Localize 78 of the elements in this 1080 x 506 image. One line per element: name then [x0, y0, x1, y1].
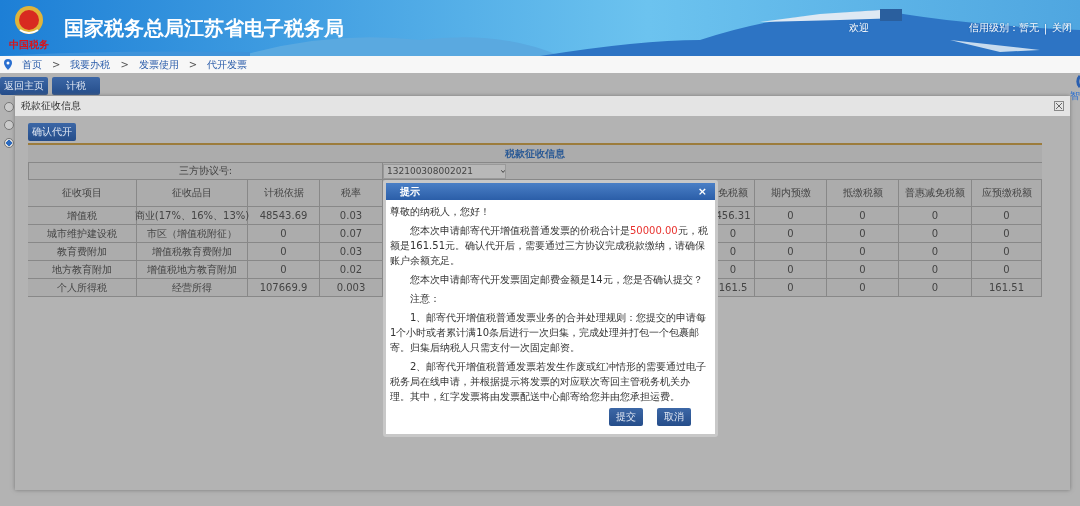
table-cell: 市区（增值税附征）	[137, 225, 248, 243]
table-cell: 0	[972, 243, 1042, 261]
table-cell: 增值税	[28, 207, 137, 225]
table-cell: 0	[972, 225, 1042, 243]
table-cell: 城市维护建设税	[28, 225, 137, 243]
greeting-text: 尊敬的纳税人，您好！	[390, 205, 491, 219]
table-cell: 商业(17%、16%、13%)	[137, 207, 248, 225]
separator-text: |	[1043, 22, 1047, 34]
table-cell: 0	[899, 225, 972, 243]
postage-paragraph: 您本次申请邮寄代开发票固定邮费金额是14元，您是否确认提交？	[409, 273, 704, 287]
table-cell: 0	[755, 207, 827, 225]
table-cell: 0	[899, 243, 972, 261]
table-cell: 0	[755, 243, 827, 261]
note-paragraph: 1、邮寄代开增值税普通发票业务的合并处理规则：您提交的申请每1个小时或者累计满10条后进行一次归集，完成处理并打包一个包裹邮寄。归集后纳税人只需支付一次固定邮资。	[390, 311, 708, 355]
column-header: 计税依据	[248, 180, 320, 207]
table-cell: 0	[899, 261, 972, 279]
table-cell: 0	[248, 243, 320, 261]
dialog-button[interactable]: 取消	[657, 408, 691, 426]
table-cell: 161.51	[972, 279, 1042, 297]
welcome-text: 欢迎	[848, 21, 869, 35]
dialog-title: 提示	[400, 184, 420, 199]
table-cell: 0	[248, 225, 320, 243]
column-header: 征收品目	[137, 180, 248, 207]
breadcrumb-link[interactable]: 我要办税	[70, 57, 111, 72]
breadcrumb-separator: >	[52, 59, 61, 70]
table-cell: 0	[827, 207, 899, 225]
table-cell: 0	[827, 243, 899, 261]
table-cell: 0	[755, 225, 827, 243]
note-label: 注意：	[409, 292, 441, 306]
amount-paragraph: 您本次申请邮寄代开增值税普通发票的价税合计是50000.00元，税额是161.51元。确认代开后，需要通过三方协议完成税款缴纳，请确保账户余额充足。	[390, 224, 709, 268]
table-cell: 0	[972, 261, 1042, 279]
dialog-button[interactable]: 提交	[609, 408, 643, 426]
breadcrumb-link[interactable]: 发票使用	[138, 57, 179, 72]
column-header: 普惠减免税额	[899, 180, 972, 207]
toolbar-button[interactable]: 返回主页	[0, 77, 48, 95]
table-cell: 0	[755, 279, 827, 297]
table-cell: 0	[827, 261, 899, 279]
radio-button[interactable]	[4, 120, 14, 130]
column-header: 期内预缴	[755, 180, 827, 207]
panel-title: 税款征收信息	[21, 99, 81, 113]
logo-text: 中国税务	[9, 38, 49, 52]
site-title: 国家税务总局江苏省电子税务局	[64, 14, 344, 42]
table-cell: 0	[755, 261, 827, 279]
radio-button[interactable]	[4, 138, 14, 148]
agreement-label: 三方协议号:	[28, 163, 383, 180]
caret-icon	[500, 168, 505, 174]
table-cell: 0	[899, 207, 972, 225]
breadcrumb-link[interactable]: 首页	[22, 57, 42, 72]
breadcrumb-separator: >	[188, 59, 198, 70]
table-cell: 0	[248, 261, 320, 279]
table-cell: 个人所得税	[28, 279, 137, 297]
table-cell: 0	[827, 279, 899, 297]
table-cell: 0	[899, 279, 972, 297]
note-paragraph: 2、邮寄代开增值税普通发票若发生作废或红冲情形的需要通过电子税务局在线申请，并根据提示将发票的对应联次寄回主管税务机关办理。其中，红字发票将由发票配送中心邮寄给您并由您承担运费。	[390, 360, 708, 404]
agreement-select[interactable]: 132100308002021	[383, 163, 506, 179]
close-button[interactable]: ×	[697, 185, 707, 198]
table-cell: 增值税地方教育附加	[137, 261, 248, 279]
table-title: 税款征收信息	[28, 145, 1042, 163]
credit-level: 信用级别：暂无	[968, 21, 1039, 35]
table-cell: 经营所得	[137, 279, 248, 297]
table-cell: 地方教育附加	[28, 261, 137, 279]
toolbar-button[interactable]: 计税	[52, 77, 100, 95]
close-icon[interactable]	[1054, 101, 1064, 111]
table-cell: 0	[827, 225, 899, 243]
column-header: 征收项目	[28, 180, 137, 207]
column-header: 抵缴税额	[827, 180, 899, 207]
helper-label: 智	[1070, 89, 1080, 103]
breadcrumb-link[interactable]: 代开发票	[207, 57, 248, 72]
table-cell: 48543.69	[248, 207, 320, 225]
table-cell: 0	[972, 207, 1042, 225]
table-cell: 增值税教育费附加	[137, 243, 248, 261]
table-cell: 教育费附加	[28, 243, 137, 261]
radio-button[interactable]	[4, 102, 14, 112]
breadcrumb-separator: >	[120, 59, 129, 70]
confirm-button[interactable]: 确认代开	[28, 123, 76, 141]
column-header: 应预缴税额	[972, 180, 1042, 207]
table-cell: 107669.9	[248, 279, 320, 297]
location-pin-icon	[4, 59, 12, 70]
